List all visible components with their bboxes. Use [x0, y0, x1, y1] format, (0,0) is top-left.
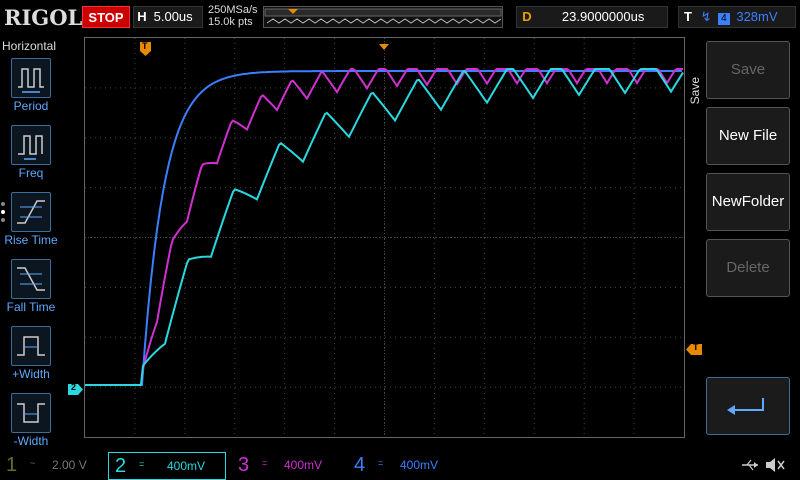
ch3-number: 3: [238, 454, 250, 476]
period-label: Period: [13, 99, 49, 113]
channel-bar: 1 ~ 2.00 V 2 = 400mV 3 = 400mV 4 = 400mV: [0, 452, 800, 480]
period-icon: [18, 68, 44, 93]
mute-icon[interactable]: [764, 457, 786, 478]
freq-icon: [18, 135, 43, 160]
timebase-value: 5.00us: [153, 9, 193, 24]
trigger-level: 328mV: [736, 9, 778, 24]
acquisition-info: 250MSa/s 15.0k pts: [208, 4, 258, 28]
usb-icon: [740, 458, 760, 477]
save-button[interactable]: Save: [706, 41, 790, 99]
trigger-edge-icon: ↯: [700, 9, 712, 24]
pos-width-icon: [17, 336, 45, 356]
period-button[interactable]: [11, 58, 51, 98]
ch4-tab[interactable]: 4 = 400mV: [348, 452, 458, 480]
rise-time-button[interactable]: [11, 192, 51, 232]
trigger-source: 4: [718, 13, 730, 25]
ch3-coupling-icon: =: [262, 458, 268, 468]
top-status-bar: RIGOL STOP H 5.00us 250MSa/s 15.0k pts D…: [0, 0, 800, 34]
delay-position[interactable]: D 23.9000000us: [516, 6, 668, 28]
run-stop-status[interactable]: STOP: [82, 6, 130, 28]
ch4-trace: [85, 70, 682, 386]
center-marker-icon: [379, 38, 389, 56]
ch4-scale: 400mV: [400, 458, 439, 472]
save-menu-title: Save: [688, 77, 702, 105]
page-dots-icon: [1, 202, 6, 222]
ch2-ref-marker[interactable]: 2: [68, 382, 83, 395]
ch1-tab[interactable]: 1 ~ 2.00 V: [0, 452, 104, 480]
right-save-menu: Save Save New File NewFolder Delete: [686, 37, 800, 438]
trigger-status[interactable]: T ↯ 4 328mV: [678, 6, 796, 28]
delete-button[interactable]: Delete: [706, 239, 790, 297]
new-file-button[interactable]: New File: [706, 107, 790, 165]
fall-time-label: Fall Time: [6, 300, 56, 314]
enter-button[interactable]: [706, 377, 790, 435]
ch4-number: 4: [354, 454, 366, 476]
ch1-scale: 2.00 V: [52, 458, 87, 472]
rise-time-icon: [17, 200, 45, 224]
waveform-overview[interactable]: [263, 6, 503, 28]
ch2-scale: 400mV: [167, 459, 206, 473]
ch2-ref-label: 2: [71, 382, 77, 392]
brand-logo: RIGOL: [4, 5, 83, 30]
delay-value: 23.9000000us: [561, 9, 645, 24]
freq-label: Freq: [18, 166, 44, 180]
ch1-number: 1: [6, 454, 18, 476]
horizontal-timebase[interactable]: H 5.00us: [133, 6, 203, 28]
ch2-coupling-icon: =: [139, 459, 145, 469]
neg-width-label: -Width: [13, 434, 49, 448]
ch3-tab[interactable]: 3 = 400mV: [232, 452, 340, 480]
fall-time-button[interactable]: [11, 259, 51, 299]
ch4-coupling-icon: =: [378, 458, 384, 468]
enter-icon: [727, 398, 764, 415]
waveform-canvas: [85, 38, 684, 437]
fall-time-icon: [17, 267, 45, 291]
pos-width-button[interactable]: [11, 326, 51, 366]
rise-time-label: Rise Time: [4, 233, 58, 247]
trigger-key: T: [684, 9, 692, 24]
menu-title: Horizontal: [2, 39, 57, 53]
ch1-coupling-icon: ~: [30, 458, 36, 468]
ch3-scale: 400mV: [284, 458, 323, 472]
trigger-position-marker[interactable]: T: [140, 41, 151, 56]
overview-wave-icon: [264, 8, 502, 24]
left-measure-menu: Horizontal Period Freq Rise Time Fall Ti…: [0, 36, 60, 448]
ch2-number: 2: [115, 455, 127, 477]
freq-button[interactable]: [11, 125, 51, 165]
ch2-tab[interactable]: 2 = 400mV: [108, 452, 226, 480]
neg-width-button[interactable]: [11, 393, 51, 433]
neg-width-icon: [17, 403, 45, 423]
horizontal-key: H: [137, 9, 147, 24]
sample-rate: 250MSa/s: [208, 4, 258, 16]
trigger-position-label: T: [142, 41, 148, 51]
new-folder-button[interactable]: NewFolder: [706, 173, 790, 231]
waveform-display[interactable]: [84, 37, 685, 438]
delay-key: D: [522, 9, 532, 24]
memory-depth: 15.0k pts: [208, 16, 253, 28]
pos-width-label: +Width: [12, 367, 50, 381]
